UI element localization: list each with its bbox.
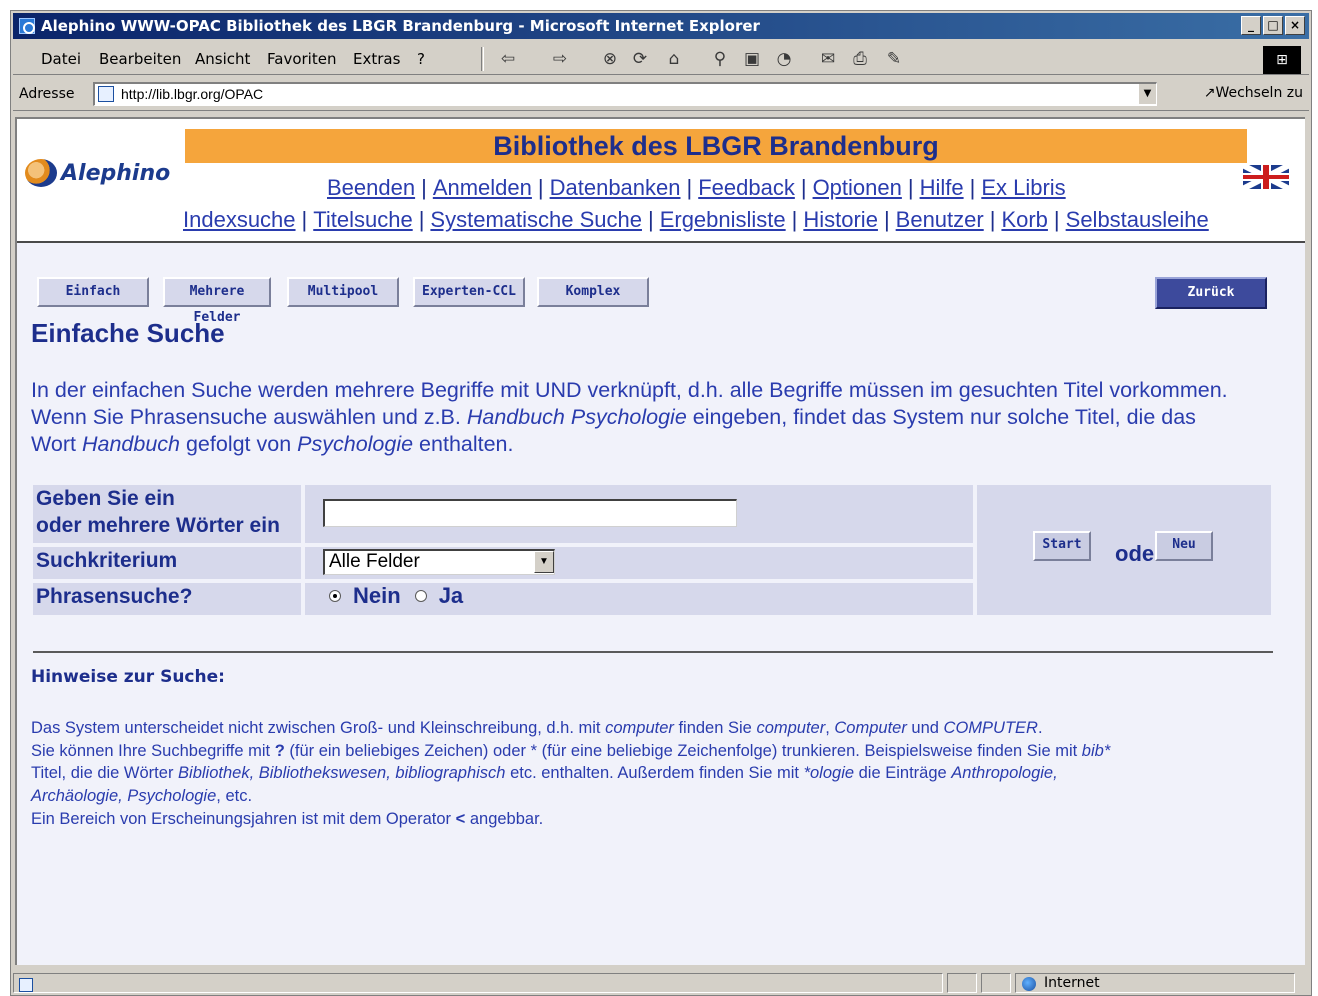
nav-ex-libris[interactable]: Ex Libris [981,175,1065,200]
nav-selbstausleihe[interactable]: Selbstausleihe [1066,207,1209,232]
minimize-button[interactable]: _ [1241,16,1261,35]
nav-anmelden[interactable]: Anmelden [433,175,532,200]
phrase-label: Phrasensuche? [33,583,301,615]
phrase-radio-group: Nein Ja [329,583,463,609]
page-title: Einfache Suche [31,318,225,348]
tab-experten-ccl[interactable]: Experten-CCL [413,277,525,307]
forward-arrow-icon[interactable]: ⇨ [549,49,571,69]
menu-favoriten[interactable]: Favoriten [267,50,336,68]
menu-extras[interactable]: Extras [353,50,400,68]
favorites-icon[interactable]: ▣ [741,49,763,69]
tab-multipool[interactable]: Multipool [287,277,399,307]
page-icon [98,86,114,102]
tab-komplex[interactable]: Komplex [537,277,649,307]
phrase-yes-radio[interactable] [414,590,427,602]
address-bar: Adresse http://lib.lbgr.org/OPAC ▼ ↗Wech… [13,77,1309,111]
home-icon[interactable]: ⌂ [663,49,685,69]
page-status-icon [19,978,33,992]
menu-bearbeiten[interactable]: Bearbeiten [99,50,181,68]
nav-datenbanken[interactable]: Datenbanken [550,175,681,200]
history-icon[interactable]: ◔ [773,49,795,69]
menu-help[interactable]: ? [417,50,425,68]
internet-zone-icon [1022,977,1036,991]
tab-einfach[interactable]: Einfach [37,277,149,307]
nav-systematische-suche[interactable]: Systematische Suche [430,207,642,232]
status-bar: Internet [13,971,1309,995]
tab-mehrere-felder[interactable]: Mehrere Felder [163,277,271,325]
nav-historie[interactable]: Historie [803,207,878,232]
hints-text: Das System unterscheidet nicht zwischen … [31,719,1111,828]
logo-text: Alephino [61,160,171,186]
status-pane-3 [981,973,1011,993]
nav-ergebnisliste[interactable]: Ergebnisliste [660,207,786,232]
criterion-label: Suchkriterium [33,547,301,579]
nav-korb[interactable]: Korb [1001,207,1047,232]
criterion-value: Alle Felder [329,551,420,572]
nav-hilfe[interactable]: Hilfe [920,175,964,200]
menu-ansicht[interactable]: Ansicht [195,50,250,68]
address-label: Adresse [19,86,75,102]
chevron-down-icon[interactable]: ▼ [534,551,554,573]
ie-page-icon [19,18,35,34]
nav-indexsuche[interactable]: Indexsuche [183,207,296,232]
nav-feedback[interactable]: Feedback [698,175,795,200]
nav-benutzer[interactable]: Benutzer [896,207,984,232]
menu-datei[interactable]: Datei [41,50,81,68]
back-arrow-icon[interactable]: ⇦ [497,49,519,69]
browser-window: Alephino WWW-OPAC Bibliothek des LBGR Br… [10,10,1312,996]
menu-bar: Datei Bearbeiten Ansicht Favoriten Extra… [13,43,1309,75]
maximize-button[interactable]: □ [1263,16,1283,35]
site-header: Alephino Bibliothek des LBGR Brandenburg… [17,119,1305,243]
nav-titelsuche[interactable]: Titelsuche [313,207,412,232]
address-input[interactable]: http://lib.lbgr.org/OPAC ▼ [93,82,1157,106]
back-button[interactable]: Zurück [1155,277,1267,309]
status-pane-2 [947,973,977,993]
window-controls: _ □ × [1241,16,1305,35]
search-term-label: Geben Sie ein oder mehrere Wörter ein [33,485,301,543]
phrase-yes-label: Ja [438,583,464,608]
search-icon[interactable]: ⚲ [709,49,731,69]
edit-icon[interactable]: ✎ [883,49,905,69]
print-icon[interactable]: ⎙ [849,49,871,69]
refresh-icon[interactable]: ⟳ [629,49,651,69]
phrase-no-radio[interactable] [329,590,341,602]
nav-secondary: Indexsuche | Titelsuche | Systematische Such… [183,207,1209,232]
status-zone-pane: Internet [1015,973,1295,993]
alephino-logo-icon [25,159,57,187]
address-url[interactable]: http://lib.lbgr.org/OPAC [121,86,263,102]
phrase-no-label: Nein [353,583,401,608]
mail-icon[interactable]: ✉ [817,49,839,69]
address-dropdown-icon[interactable]: ▼ [1138,84,1156,104]
nav-optionen[interactable]: Optionen [813,175,902,200]
criterion-select[interactable]: Alle Felder ▼ [323,549,555,575]
go-button[interactable]: ↗Wechseln zu [1204,85,1303,101]
zone-label: Internet [1044,975,1100,991]
status-main-pane [13,973,943,993]
hints-title: Hinweise zur Suche: [31,667,225,687]
title-bar[interactable]: Alephino WWW-OPAC Bibliothek des LBGR Br… [13,13,1309,39]
stop-icon[interactable]: ⊗ [599,49,621,69]
page-content: Alephino Bibliothek des LBGR Brandenburg… [15,117,1305,965]
english-flag-icon[interactable] [1243,165,1289,189]
close-button[interactable]: × [1285,16,1305,35]
library-banner: Bibliothek des LBGR Brandenburg [185,129,1247,163]
new-button[interactable]: Neu [1155,531,1213,561]
nav-primary: Beenden | Anmelden | Datenbanken | Feedback | Op… [327,175,1066,200]
start-button[interactable]: Start [1033,531,1091,561]
search-form: Geben Sie ein oder mehrere Wörter ein Su… [33,485,1271,615]
nav-beenden[interactable]: Beenden [327,175,415,200]
alephino-logo: Alephino [25,159,170,187]
intro-text: In der einfachen Suche werden mehrere Be… [31,378,1228,456]
toolbar-separator [481,47,484,71]
window-title: Alephino WWW-OPAC Bibliothek des LBGR Br… [41,17,760,35]
divider [33,651,1273,653]
search-term-input[interactable] [323,499,737,527]
windows-logo-icon: ⊞ [1263,46,1301,74]
go-label: Wechseln zu [1215,85,1303,101]
